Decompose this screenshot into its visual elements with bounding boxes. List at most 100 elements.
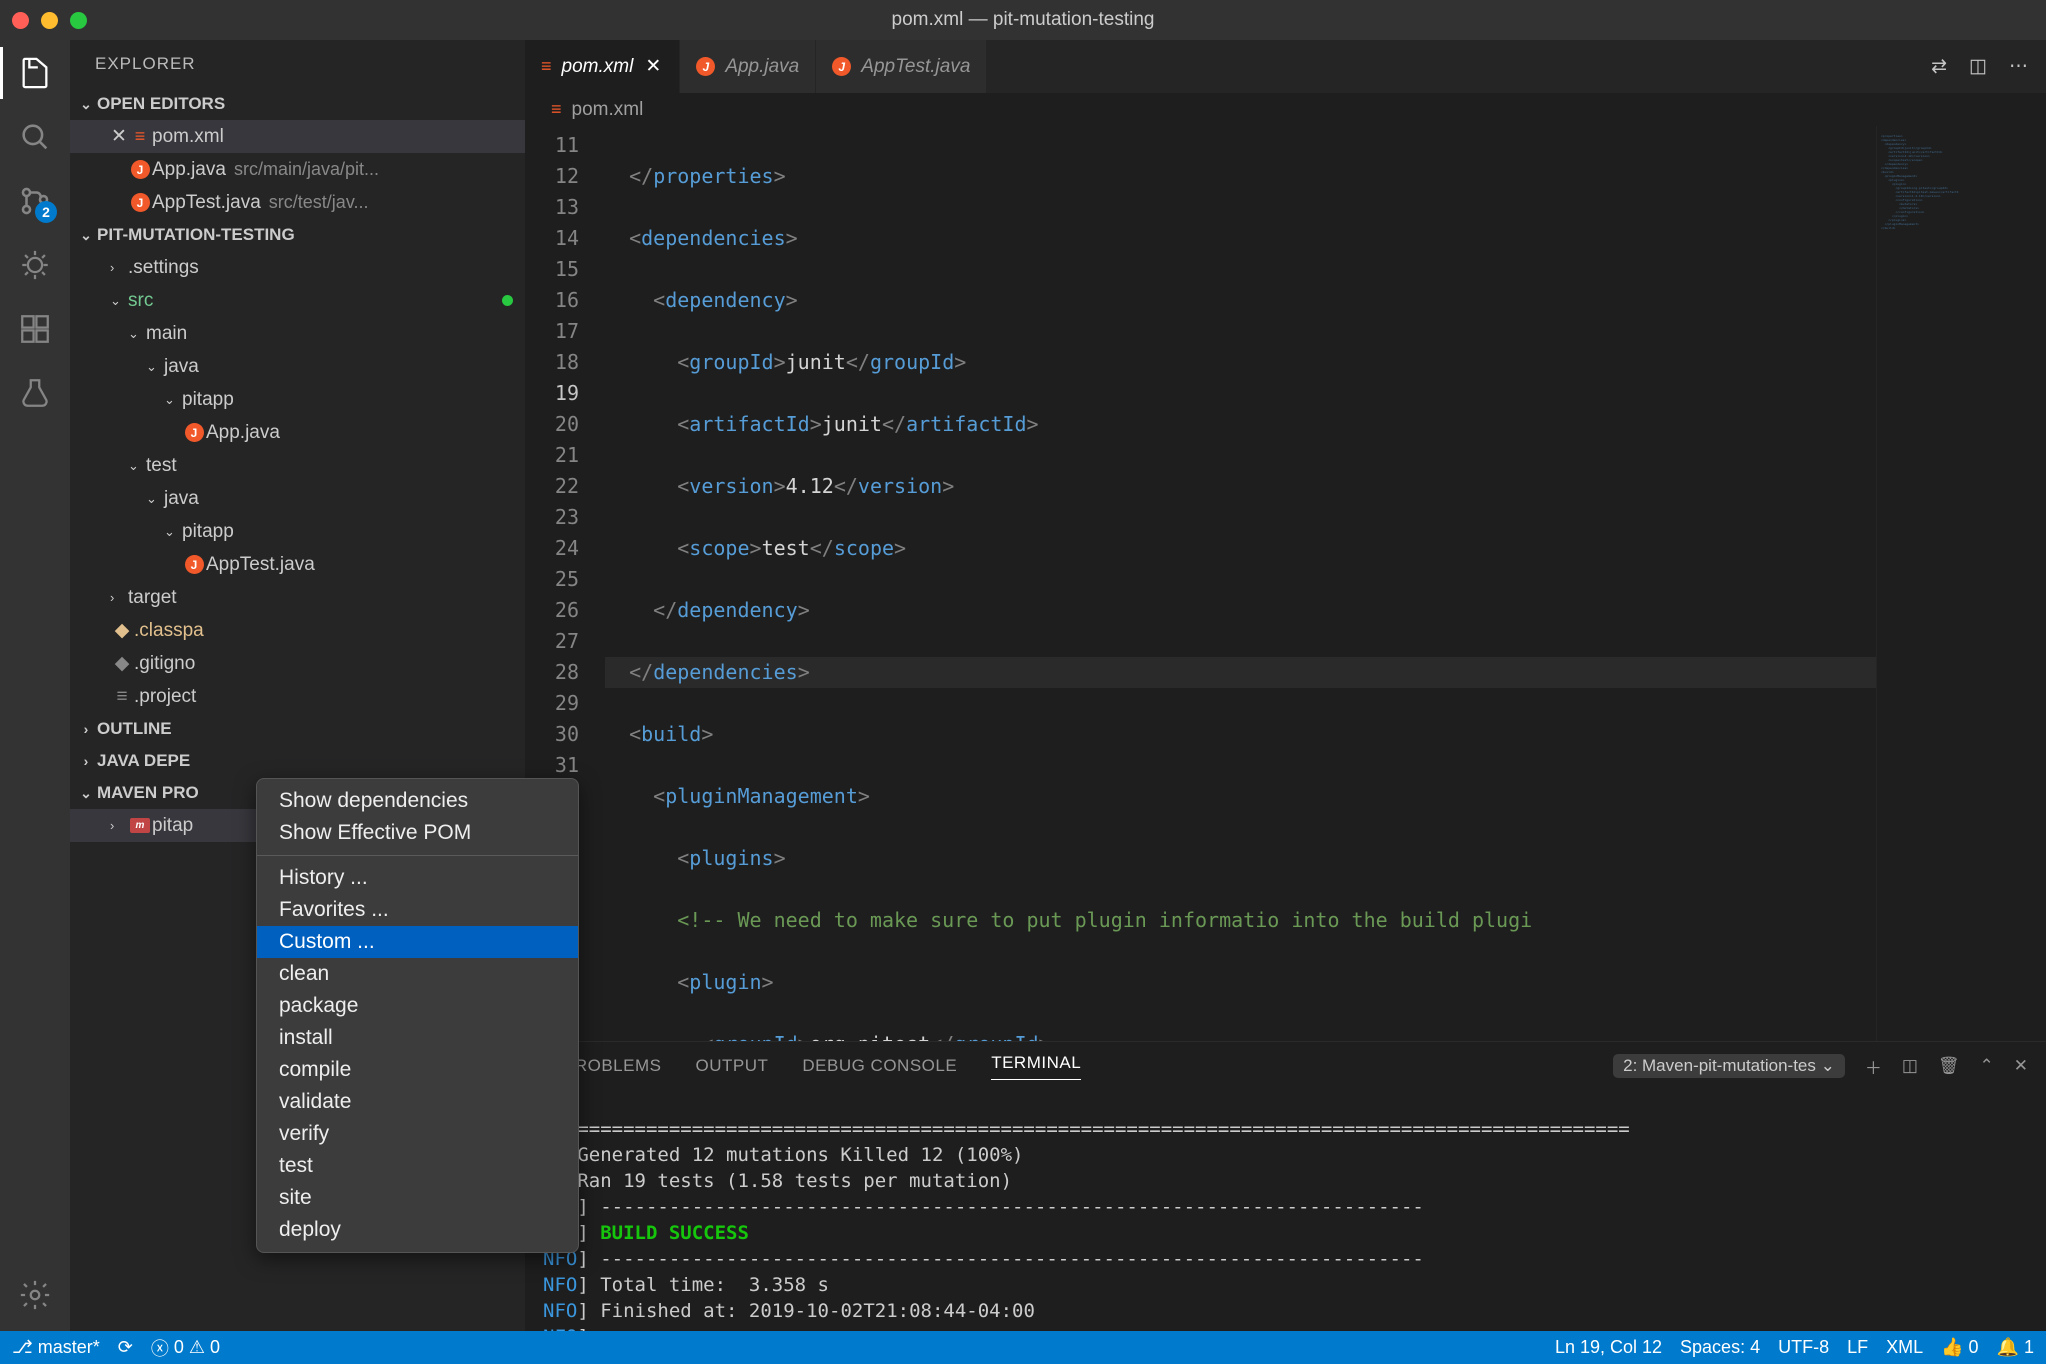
java-file-icon: J — [832, 57, 851, 76]
activity-bar: 2 — [0, 40, 70, 1331]
status-feedback[interactable]: 👍 0 — [1941, 1337, 1978, 1358]
menu-verify[interactable]: verify — [257, 1118, 578, 1150]
java-file-icon: J — [131, 160, 150, 179]
file-item[interactable]: ◆ .classpa — [70, 614, 525, 647]
debug-icon[interactable] — [17, 247, 53, 283]
chevron-down-icon: ⌄ — [75, 785, 97, 802]
status-branch[interactable]: ⎇ master* — [12, 1337, 100, 1358]
tab-apptest-java[interactable]: J AppTest.java — [816, 40, 987, 93]
terminal-selector[interactable]: 2: Maven-pit-mutation-tes ⌄ — [1613, 1054, 1845, 1078]
chevron-down-icon: ⌄ — [164, 392, 182, 408]
chevron-down-icon: ⌄ — [110, 293, 128, 309]
maximize-window-button[interactable] — [70, 12, 87, 29]
tab-app-java[interactable]: J App.java — [680, 40, 816, 93]
maven-icon: m — [130, 818, 150, 833]
chevron-right-icon: › — [110, 590, 128, 605]
tab-debug-console[interactable]: DEBUG CONSOLE — [802, 1056, 957, 1076]
outline-section[interactable]: › OUTLINE — [70, 713, 525, 745]
open-editor-item[interactable]: J App.java src/main/java/pit... — [70, 153, 525, 186]
close-panel-icon[interactable]: ✕ — [2014, 1056, 2028, 1076]
status-notifications[interactable]: 🔔 1 — [1997, 1337, 2034, 1358]
status-spaces[interactable]: Spaces: 4 — [1680, 1337, 1760, 1358]
minimap[interactable]: <properties> <dependencies> <dependency>… — [1876, 126, 2046, 1041]
open-editor-item[interactable]: J AppTest.java src/test/jav... — [70, 186, 525, 219]
menu-history[interactable]: History ... — [257, 862, 578, 894]
java-dependencies-section[interactable]: › JAVA DEPE — [70, 745, 525, 777]
menu-package[interactable]: package — [257, 990, 578, 1022]
settings-gear-icon[interactable] — [17, 1277, 53, 1313]
status-encoding[interactable]: UTF-8 — [1778, 1337, 1829, 1358]
minimize-window-button[interactable] — [41, 12, 58, 29]
chevron-right-icon: › — [75, 721, 97, 737]
more-actions-icon[interactable]: ⋯ — [2009, 55, 2028, 78]
file-item[interactable]: ≡ .project — [70, 680, 525, 713]
close-window-button[interactable] — [12, 12, 29, 29]
chevron-right-icon: › — [110, 260, 128, 275]
split-terminal-icon[interactable]: ◫ — [1902, 1056, 1918, 1076]
menu-deploy[interactable]: deploy — [257, 1214, 578, 1246]
menu-show-effective-pom[interactable]: Show Effective POM — [257, 817, 578, 849]
kill-terminal-icon[interactable]: 🗑 — [1938, 1056, 1960, 1076]
compare-icon[interactable]: ⇄ — [1931, 55, 1947, 78]
file-item[interactable]: J App.java — [70, 416, 525, 449]
extensions-icon[interactable] — [17, 311, 53, 347]
folder-item[interactable]: ⌄ pitapp — [70, 515, 525, 548]
new-terminal-icon[interactable]: ＋ — [1865, 1054, 1882, 1079]
file-icon: ◆ — [110, 652, 134, 675]
folder-item[interactable]: › target — [70, 581, 525, 614]
tab-pom-xml[interactable]: ≡ pom.xml ✕ — [525, 40, 680, 93]
status-errors[interactable]: ⓧ 0 ⚠ 0 — [151, 1335, 220, 1361]
folder-item[interactable]: ⌄ main — [70, 317, 525, 350]
chevron-right-icon: › — [110, 818, 128, 833]
folder-item[interactable]: ⌄ java — [70, 482, 525, 515]
test-icon[interactable] — [17, 375, 53, 411]
git-status-dot — [502, 295, 513, 306]
statusbar: ⎇ master* ⟳ ⓧ 0 ⚠ 0 Ln 19, Col 12 Spaces… — [0, 1331, 2046, 1364]
folder-item[interactable]: ⌄ java — [70, 350, 525, 383]
menu-custom[interactable]: Custom ... — [257, 926, 578, 958]
java-file-icon: J — [131, 193, 150, 212]
chevron-down-icon: ⌄ — [75, 96, 97, 113]
menu-compile[interactable]: compile — [257, 1054, 578, 1086]
menu-test[interactable]: test — [257, 1150, 578, 1182]
menu-clean[interactable]: clean — [257, 958, 578, 990]
close-icon[interactable]: ✕ — [110, 125, 128, 148]
explorer-icon[interactable] — [17, 55, 53, 91]
open-editor-item[interactable]: ✕ ≡ pom.xml — [70, 120, 525, 153]
file-icon: ◆ — [110, 619, 134, 642]
java-file-icon: J — [185, 423, 204, 442]
search-icon[interactable] — [17, 119, 53, 155]
folder-item[interactable]: › .settings — [70, 251, 525, 284]
source-control-icon[interactable]: 2 — [17, 183, 53, 219]
menu-separator — [257, 855, 578, 856]
project-section[interactable]: ⌄ PIT-MUTATION-TESTING — [70, 219, 525, 251]
menu-site[interactable]: site — [257, 1182, 578, 1214]
terminal-output[interactable]: ========================================… — [525, 1090, 2046, 1331]
close-tab-icon[interactable]: ✕ — [643, 55, 663, 78]
chevron-down-icon: ⌄ — [128, 458, 146, 474]
menu-favorites[interactable]: Favorites ... — [257, 894, 578, 926]
code-editor[interactable]: </properties> <dependencies> <dependency… — [605, 126, 1876, 1041]
file-item[interactable]: ◆ .gitigno — [70, 647, 525, 680]
tab-terminal[interactable]: TERMINAL — [991, 1053, 1081, 1080]
split-editor-icon[interactable]: ◫ — [1969, 55, 1987, 78]
status-position[interactable]: Ln 19, Col 12 — [1555, 1337, 1662, 1358]
menu-validate[interactable]: validate — [257, 1086, 578, 1118]
file-icon: ≡ — [110, 686, 134, 708]
folder-item[interactable]: ⌄ pitapp — [70, 383, 525, 416]
folder-item[interactable]: ⌄ src — [70, 284, 525, 317]
open-editors-section[interactable]: ⌄ OPEN EDITORS — [70, 88, 525, 120]
window-title: pom.xml — pit-mutation-testing — [892, 9, 1155, 31]
folder-item[interactable]: ⌄ test — [70, 449, 525, 482]
status-eol[interactable]: LF — [1847, 1337, 1868, 1358]
tab-output[interactable]: OUTPUT — [695, 1056, 768, 1076]
file-item[interactable]: J AppTest.java — [70, 548, 525, 581]
scm-badge: 2 — [35, 201, 57, 223]
menu-show-dependencies[interactable]: Show dependencies — [257, 785, 578, 817]
status-sync[interactable]: ⟳ — [118, 1337, 133, 1358]
menu-install[interactable]: install — [257, 1022, 578, 1054]
maximize-panel-icon[interactable]: ⌃ — [1980, 1056, 1994, 1076]
status-lang[interactable]: XML — [1886, 1337, 1923, 1358]
breadcrumbs[interactable]: ≡ pom.xml — [525, 93, 2046, 126]
chevron-right-icon: › — [75, 753, 97, 769]
